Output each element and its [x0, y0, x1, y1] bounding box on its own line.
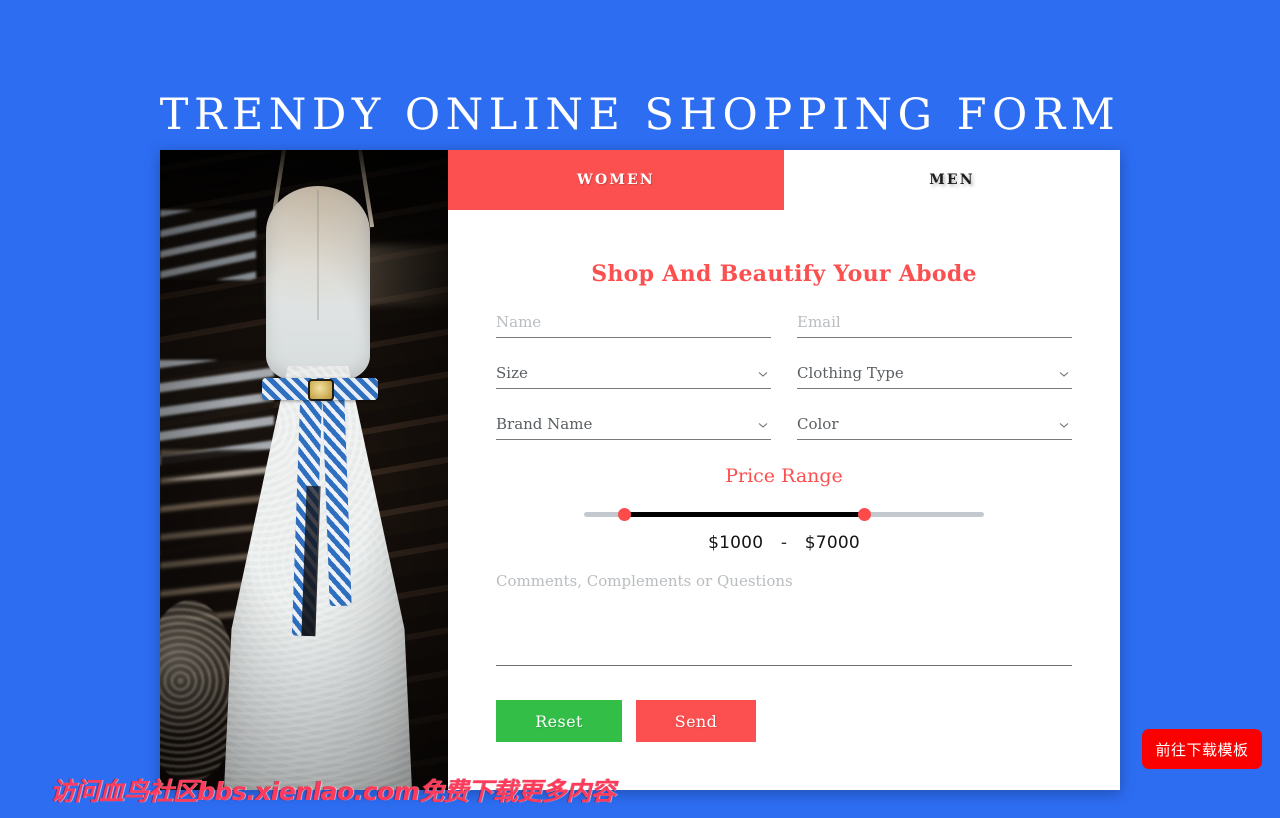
- brand-name-select-value: Brand Name: [496, 415, 593, 433]
- clothing-type-select[interactable]: Clothing Type: [797, 356, 1072, 389]
- tab-women[interactable]: WOMEN: [448, 150, 784, 210]
- download-template-button[interactable]: 前往下载模板: [1142, 729, 1262, 769]
- dress-figure: [222, 186, 412, 790]
- product-photo: [160, 150, 448, 790]
- size-select[interactable]: Size: [496, 356, 771, 389]
- form-panel: WOMEN MEN Shop And Beautify Your Abode N…: [448, 150, 1120, 790]
- slider-handle-min[interactable]: [618, 508, 631, 521]
- shopping-form-card: WOMEN MEN Shop And Beautify Your Abode N…: [160, 150, 1120, 790]
- sash-buckle: [308, 379, 334, 401]
- category-tabs: WOMEN MEN: [448, 150, 1120, 210]
- color-select-value: Color: [797, 415, 839, 433]
- clothing-type-select-value: Clothing Type: [797, 364, 904, 382]
- form-row-brand-color: Brand Name Color: [496, 407, 1072, 440]
- form-row-size-type: Size Clothing Type: [496, 356, 1072, 389]
- size-select-value: Size: [496, 364, 528, 382]
- slider-handle-max[interactable]: [858, 508, 871, 521]
- price-range-slider[interactable]: [584, 507, 984, 523]
- email-placeholder: Email: [797, 313, 841, 331]
- chevron-down-icon: [757, 419, 769, 431]
- tab-women-label: WOMEN: [577, 172, 655, 188]
- comments-textarea[interactable]: Comments, Complements or Questions: [496, 571, 1072, 666]
- chevron-down-icon: [1058, 419, 1070, 431]
- price-range-values: $1000 - $7000: [496, 533, 1072, 553]
- dress-bodice: [266, 186, 370, 382]
- price-range-title: Price Range: [725, 465, 843, 487]
- name-placeholder: Name: [496, 313, 542, 331]
- tab-men-label: MEN: [929, 172, 975, 188]
- price-max-label: $7000: [804, 533, 860, 553]
- email-field[interactable]: Email: [797, 305, 1072, 338]
- form-heading: Shop And Beautify Your Abode: [591, 261, 977, 287]
- slider-active-track: [624, 512, 864, 517]
- form-actions: Reset Send: [496, 700, 1072, 742]
- chevron-down-icon: [1058, 368, 1070, 380]
- name-field[interactable]: Name: [496, 305, 771, 338]
- color-select[interactable]: Color: [797, 407, 1072, 440]
- form-row-contact: Name Email: [496, 305, 1072, 338]
- reset-button[interactable]: Reset: [496, 700, 622, 742]
- price-range-separator: -: [780, 533, 788, 553]
- send-button[interactable]: Send: [636, 700, 756, 742]
- brand-name-select[interactable]: Brand Name: [496, 407, 771, 440]
- form-body: Name Email Size Clothing Type Brand Name…: [448, 305, 1120, 742]
- tab-men[interactable]: MEN: [784, 150, 1120, 210]
- price-min-label: $1000: [708, 533, 764, 553]
- chevron-down-icon: [757, 368, 769, 380]
- comments-placeholder: Comments, Complements or Questions: [496, 572, 793, 590]
- page-title: TRENDY ONLINE SHOPPING FORM: [159, 89, 1121, 140]
